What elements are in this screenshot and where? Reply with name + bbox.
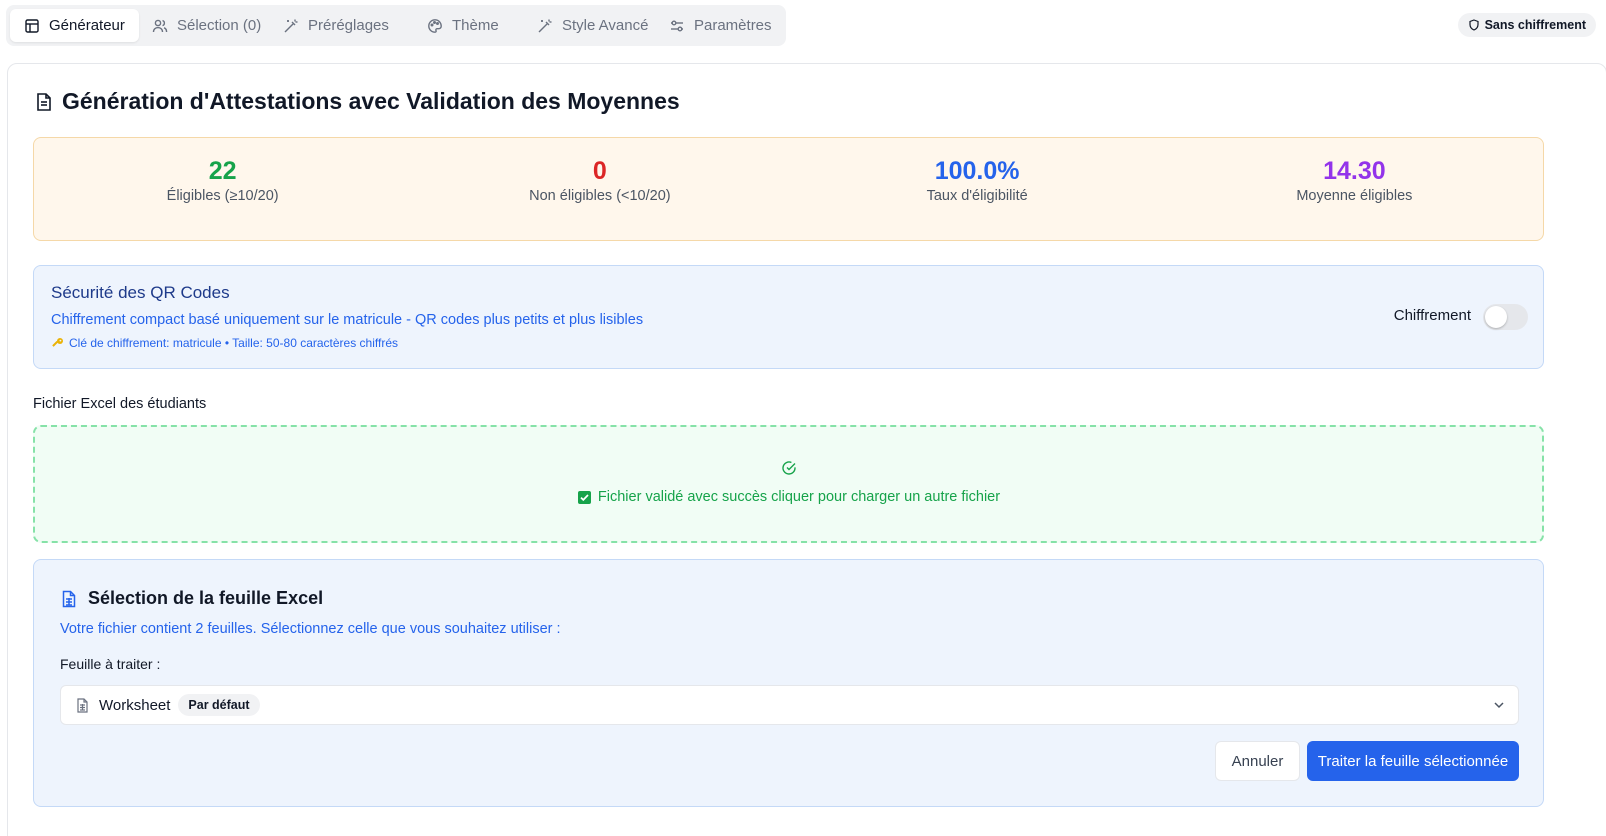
sliders-icon [669,18,685,34]
tab-label: Style Avancé [562,17,649,34]
spreadsheet-icon [75,697,90,713]
key-icon [51,337,64,350]
sheet-selection-description: Votre fichier contient 2 feuilles. Sélec… [60,621,561,637]
sheet-field-label: Feuille à traiter : [60,656,161,672]
palette-icon [427,18,443,34]
stat-non-eligibles: 0 Non éligibles (<10/20) [411,138,788,240]
table-icon [24,18,40,34]
file-text-icon [34,92,54,112]
tab-label: Thème [452,17,499,34]
shield-icon [1468,19,1480,31]
stat-moyenne: 14.30 Moyenne éligibles [1166,138,1543,240]
page-title: Génération d'Attestations avec Validatio… [34,88,680,115]
badge-label: Sans chiffrement [1484,18,1586,32]
main-tabs: Générateur Sélection (0) Préréglages Thè… [6,5,786,46]
sheet-selection-title-text: Sélection de la feuille Excel [88,588,324,608]
stat-value: 22 [208,157,237,185]
spreadsheet-icon [60,590,78,608]
tab-label: Paramètres [694,17,772,34]
file-field-label: Fichier Excel des étudiants [33,396,207,412]
stat-value: 14.30 [1323,157,1386,185]
stat-label: Taux d'éligibilité [926,188,1028,204]
security-title: Sécurité des QR Codes [51,283,230,302]
stats-panel: 22 Éligibles (≥10/20) 0 Non éligibles (<… [33,137,1544,241]
upload-status-text: Fichier validé avec succès cliquer pour … [597,489,1001,505]
stat-label: Moyenne éligibles [1296,188,1413,204]
encryption-toggle-label: Chiffrement [1393,307,1471,324]
cancel-button[interactable]: Annuler [1215,741,1300,781]
stat-value: 100.0% [934,157,1020,185]
security-note-text: Clé de chiffrement: matricule • Taille: … [69,336,399,350]
security-note: Clé de chiffrement: matricule • Taille: … [51,336,398,350]
sheet-select[interactable]: Worksheet Par défaut [60,685,1519,725]
tab-theme[interactable]: Thème [427,9,499,42]
check-circle-icon [781,460,797,476]
security-description: Chiffrement compact basé uniquement sur … [51,312,644,328]
qr-security-panel: Sécurité des QR Codes Chiffrement compac… [33,265,1544,369]
stat-value: 0 [592,157,607,185]
process-sheet-button[interactable]: Traiter la feuille sélectionnée [1307,741,1519,781]
encryption-status-badge: Sans chiffrement [1457,13,1596,37]
default-badge: Par défaut [178,694,260,716]
stat-label: Éligibles (≥10/20) [166,188,279,204]
chevron-down-icon [1492,698,1506,712]
stat-eligibles: 22 Éligibles (≥10/20) [34,138,411,240]
tab-preglages[interactable]: Préréglages [283,9,389,42]
upload-status: Fichier validé avec succès cliquer pour … [35,489,1542,505]
checkbox-checked-icon [577,490,592,505]
tab-selection[interactable]: Sélection (0) [152,9,261,42]
stat-label: Non éligibles (<10/20) [529,188,671,204]
toggle-knob [1485,306,1507,328]
tab-generateur[interactable]: Générateur [10,9,139,42]
tab-label: Générateur [49,17,125,34]
users-icon [152,18,168,34]
file-dropzone[interactable]: Fichier validé avec succès cliquer pour … [33,425,1544,543]
wand-icon [283,18,299,34]
tab-parametres[interactable]: Paramètres [669,9,772,42]
sheet-select-value: Worksheet [99,696,171,714]
tab-label: Sélection (0) [177,17,262,34]
main-card: Génération d'Attestations avec Validatio… [7,63,1606,836]
tab-label: Préréglages [308,17,389,34]
encryption-toggle[interactable] [1483,304,1528,330]
sheet-selection-panel: Sélection de la feuille Excel Votre fich… [33,559,1544,807]
tab-style-avance[interactable]: Style Avancé [537,9,648,42]
sheet-selection-title: Sélection de la feuille Excel [60,588,323,609]
page-title-text: Génération d'Attestations avec Validatio… [62,88,680,114]
wand-icon [537,18,553,34]
stat-taux: 100.0% Taux d'éligibilité [789,138,1166,240]
